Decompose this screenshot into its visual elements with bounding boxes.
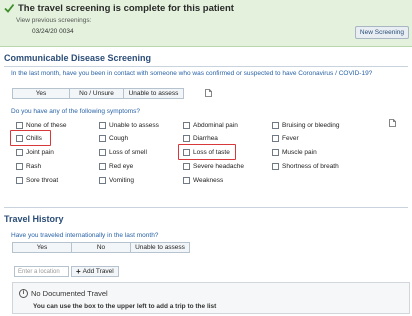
section-divider [4,66,408,67]
symptom-label: Abdominal pain [193,121,238,129]
checkbox[interactable] [99,162,106,170]
new-screening-button[interactable]: New Screening [354,26,409,39]
checkbox[interactable] [16,162,23,170]
plus-icon: + [76,266,81,276]
document-icon[interactable] [389,119,396,127]
symptom-label: Loss of smell [109,148,147,156]
symptom-label: Fever [282,134,299,142]
checkbox[interactable] [183,134,190,142]
checkbox[interactable] [272,148,279,156]
symptom-label: Sore throat [26,176,59,184]
checkbox[interactable] [16,176,23,184]
checkbox[interactable] [183,176,190,184]
symptom-label: Muscle pain [282,148,317,156]
checkmark-icon [4,3,14,13]
symptom-label: Unable to assess [109,121,159,129]
previous-screening-link[interactable]: 03/24/20 0034 [32,28,74,35]
symptom-label: Rash [26,162,42,170]
symptom-label: Bruising or bleeding [282,121,340,129]
location-input[interactable]: Enter a location [14,266,69,277]
symptom-joint-pain[interactable]: Joint pain [16,147,54,157]
checkbox[interactable] [16,148,23,156]
symptom-label: Severe headache [193,162,244,170]
symptom-cough[interactable]: Cough [99,133,128,143]
checkbox[interactable] [272,121,279,129]
previous-screenings-label: View previous screenings: [16,17,92,24]
symptom-bruising-or-bleeding[interactable]: Bruising or bleeding [272,120,339,130]
loss-of-taste-highlight [178,144,236,160]
checkbox[interactable] [183,121,190,129]
add-travel-label: Add Travel [82,268,114,275]
symptom-weakness[interactable]: Weakness [183,175,223,185]
checkbox[interactable] [16,121,23,129]
travel-empty-state: i No Documented Travel You can use the b… [12,282,410,314]
symptom-muscle-pain[interactable]: Muscle pain [272,147,317,157]
add-location-row: Enter a location + Add Travel [14,266,119,277]
symptom-label: Diarrhea [193,134,218,142]
contact-unable-button[interactable]: Unable to assess [123,88,184,99]
contact-answer-group: Yes No / Unsure Unable to assess [12,88,184,99]
empty-state-hint: You can use the box to the upper left to… [33,303,217,310]
symptom-shortness-of-breath[interactable]: Shortness of breath [272,161,339,171]
symptom-loss-of-smell[interactable]: Loss of smell [99,147,147,157]
empty-state-title-text: No Documented Travel [31,289,108,298]
disease-section-title: Communicable Disease Screening [4,53,152,63]
travel-section-title: Travel History [4,214,64,224]
travel-yes-button[interactable]: Yes [12,242,72,253]
travel-question: Have you traveled internationally in the… [11,232,159,239]
contact-question: In the last month, have you been in cont… [11,70,373,77]
contact-yes-button[interactable]: Yes [12,88,70,99]
symptom-unable-to-assess[interactable]: Unable to assess [99,120,159,130]
travel-answer-group: Yes No Unable to assess [12,242,190,253]
symptom-abdominal-pain[interactable]: Abdominal pain [183,120,238,130]
symptom-none-of-these[interactable]: None of these [16,120,66,130]
symptom-vomiting[interactable]: Vomiting [99,175,134,185]
checkbox[interactable] [99,121,106,129]
symptom-sore-throat[interactable]: Sore throat [16,175,58,185]
info-icon: i [19,289,28,298]
checkbox[interactable] [183,162,190,170]
symptom-rash[interactable]: Rash [16,161,41,171]
symptom-label: Cough [109,134,129,142]
symptom-label: Vomiting [109,176,134,184]
travel-unable-button[interactable]: Unable to assess [130,242,190,253]
checkbox[interactable] [99,134,106,142]
symptom-label: Red eye [109,162,134,170]
empty-state-title: i No Documented Travel [19,289,108,298]
travel-no-button[interactable]: No [71,242,131,253]
symptom-diarrhea[interactable]: Diarrhea [183,133,218,143]
section-divider [4,207,408,208]
symptom-label: None of these [26,121,67,129]
banner-title-text: The travel screening is complete for thi… [18,2,234,14]
contact-no-unsure-button[interactable]: No / Unsure [69,88,124,99]
checkbox[interactable] [99,176,106,184]
symptom-label: Joint pain [26,148,54,156]
symptom-severe-headache[interactable]: Severe headache [183,161,244,171]
document-icon[interactable] [205,89,212,97]
add-travel-button[interactable]: + Add Travel [71,266,119,277]
symptom-label: Shortness of breath [282,162,339,170]
symptom-question: Do you have any of the following symptom… [11,108,140,115]
banner-title: The travel screening is complete for thi… [4,2,234,14]
symptom-label: Weakness [193,176,224,184]
symptom-fever[interactable]: Fever [272,133,299,143]
checkbox[interactable] [272,134,279,142]
symptom-red-eye[interactable]: Red eye [99,161,133,171]
checkbox[interactable] [99,148,106,156]
chills-highlight [10,130,51,146]
completion-banner: The travel screening is complete for thi… [0,0,412,47]
checkbox[interactable] [272,162,279,170]
